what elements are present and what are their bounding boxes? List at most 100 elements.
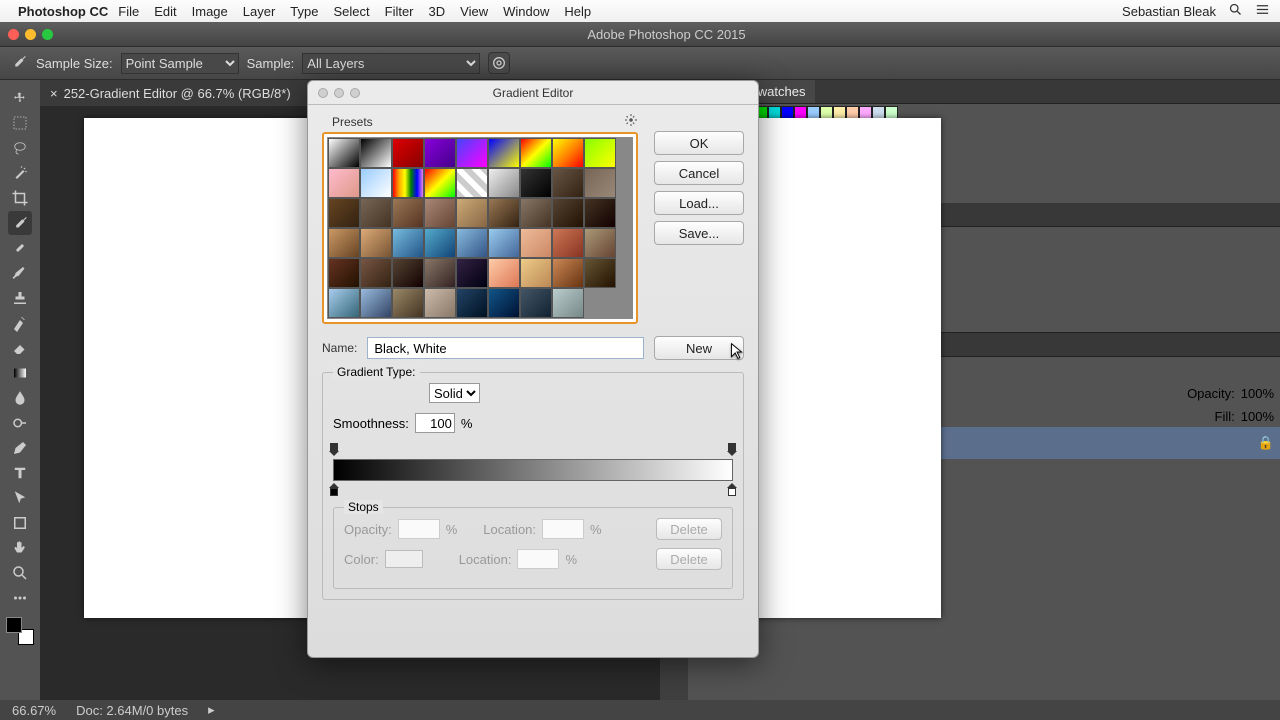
smoothness-input[interactable] [415, 413, 455, 433]
history-brush-tool[interactable] [8, 311, 32, 335]
preset-swatch[interactable] [520, 138, 552, 168]
layer-lock-icon[interactable]: 🔒 [1258, 435, 1274, 451]
menu-image[interactable]: Image [192, 4, 228, 19]
preset-swatch[interactable] [552, 258, 584, 288]
window-controls[interactable] [8, 29, 53, 40]
preset-swatch[interactable] [552, 228, 584, 258]
status-arrow-icon[interactable]: ▸ [208, 702, 215, 718]
color-stop-right[interactable] [727, 483, 737, 496]
zoom-button[interactable] [42, 29, 53, 40]
preset-swatch[interactable] [424, 258, 456, 288]
type-tool[interactable] [8, 461, 32, 485]
zoom-level[interactable]: 66.67% [12, 703, 56, 718]
preset-swatch[interactable] [360, 258, 392, 288]
preset-swatch[interactable] [520, 168, 552, 198]
preset-swatch[interactable] [488, 258, 520, 288]
preset-swatch[interactable] [552, 138, 584, 168]
preset-swatch[interactable] [392, 198, 424, 228]
preset-swatch[interactable] [360, 228, 392, 258]
menu-help[interactable]: Help [564, 4, 591, 19]
foreground-background-colors[interactable] [6, 617, 34, 645]
sample-ring-button[interactable] [488, 52, 510, 74]
menu-edit[interactable]: Edit [154, 4, 176, 19]
preset-swatch[interactable] [328, 258, 360, 288]
user-name[interactable]: Sebastian Bleak [1122, 4, 1216, 19]
menu-layer[interactable]: Layer [243, 4, 276, 19]
opacity-stop-left[interactable] [329, 443, 339, 456]
brush-tool[interactable] [8, 261, 32, 285]
preset-swatch[interactable] [360, 138, 392, 168]
menu-view[interactable]: View [460, 4, 488, 19]
menu-filter[interactable]: Filter [385, 4, 414, 19]
blur-tool[interactable] [8, 386, 32, 410]
preset-swatch[interactable] [584, 138, 616, 168]
lasso-tool[interactable] [8, 136, 32, 160]
preset-swatch[interactable] [328, 228, 360, 258]
preset-swatch[interactable] [424, 198, 456, 228]
close-button[interactable] [8, 29, 19, 40]
sample-size-select[interactable]: Point Sample [121, 53, 239, 74]
app-name[interactable]: Photoshop CC [18, 4, 108, 19]
marquee-tool[interactable] [8, 111, 32, 135]
preset-swatch[interactable] [456, 168, 488, 198]
stop-opacity-input[interactable] [398, 519, 440, 539]
preset-swatch[interactable] [456, 198, 488, 228]
gradient-preview-bar[interactable] [333, 459, 733, 481]
preset-swatch[interactable] [360, 198, 392, 228]
preset-swatch[interactable] [488, 168, 520, 198]
ok-button[interactable]: OK [654, 131, 744, 155]
close-tab-icon[interactable]: × [50, 86, 58, 101]
wand-tool[interactable] [8, 161, 32, 185]
delete-opacity-stop-button[interactable]: Delete [656, 518, 722, 540]
preset-swatch[interactable] [456, 288, 488, 318]
preset-swatch[interactable] [552, 168, 584, 198]
eyedropper-tool[interactable] [8, 211, 32, 235]
minimize-button[interactable] [25, 29, 36, 40]
preset-swatch[interactable] [520, 258, 552, 288]
preset-swatch[interactable] [488, 288, 520, 318]
preset-swatch[interactable] [488, 228, 520, 258]
preset-swatch[interactable] [488, 138, 520, 168]
preset-swatch[interactable] [424, 288, 456, 318]
cancel-button[interactable]: Cancel [654, 161, 744, 185]
menu-type[interactable]: Type [290, 4, 318, 19]
hand-tool[interactable] [8, 536, 32, 560]
preset-swatch[interactable] [328, 198, 360, 228]
preset-swatch[interactable] [552, 198, 584, 228]
zoom-tool[interactable] [8, 561, 32, 585]
menu-file[interactable]: File [118, 4, 139, 19]
preset-swatch[interactable] [424, 138, 456, 168]
menu-window[interactable]: Window [503, 4, 549, 19]
preset-swatch[interactable] [584, 228, 616, 258]
opacity-value[interactable]: 100% [1241, 386, 1274, 401]
menu-3d[interactable]: 3D [429, 4, 446, 19]
preset-swatch[interactable] [392, 138, 424, 168]
gradient-type-select[interactable]: Solid [429, 383, 480, 403]
preset-swatch[interactable] [392, 228, 424, 258]
preset-swatch[interactable] [392, 258, 424, 288]
preset-swatch[interactable] [328, 138, 360, 168]
preset-swatch[interactable] [424, 228, 456, 258]
opacity-stop-right[interactable] [727, 443, 737, 456]
crop-tool[interactable] [8, 186, 32, 210]
preset-swatch[interactable] [520, 198, 552, 228]
preset-swatch[interactable] [328, 168, 360, 198]
preset-swatch[interactable] [488, 198, 520, 228]
preset-swatch[interactable] [584, 258, 616, 288]
delete-color-stop-button[interactable]: Delete [656, 548, 722, 570]
preset-swatch[interactable] [360, 288, 392, 318]
preset-swatch[interactable] [456, 228, 488, 258]
preset-swatch[interactable] [360, 168, 392, 198]
menu-list-icon[interactable] [1255, 2, 1270, 20]
heal-tool[interactable] [8, 236, 32, 260]
save-button[interactable]: Save... [654, 221, 744, 245]
eraser-tool[interactable] [8, 336, 32, 360]
presets-grid[interactable] [327, 137, 633, 319]
presets-menu-icon[interactable] [624, 113, 638, 130]
preset-swatch[interactable] [392, 288, 424, 318]
preset-swatch[interactable] [552, 288, 584, 318]
shape-tool[interactable] [8, 511, 32, 535]
path-select-tool[interactable] [8, 486, 32, 510]
stop-location-input-2[interactable] [517, 549, 559, 569]
fill-value[interactable]: 100% [1241, 409, 1274, 424]
